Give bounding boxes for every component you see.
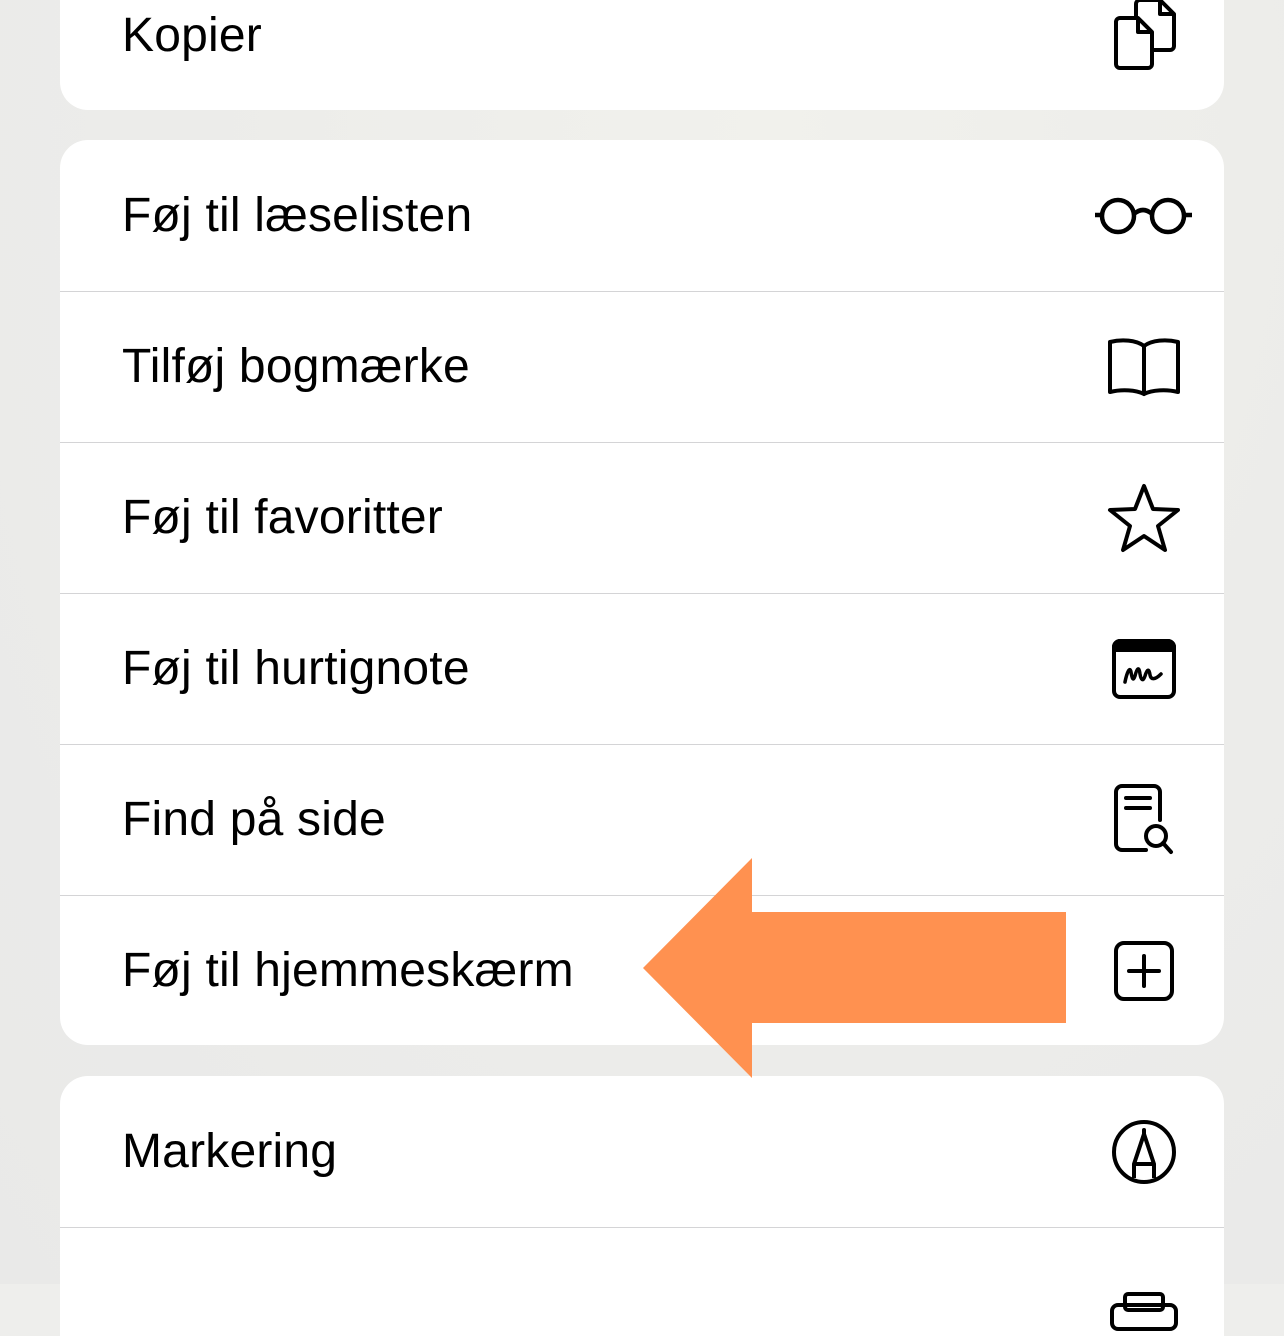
quick-note-icon xyxy=(1092,617,1196,721)
book-icon xyxy=(1092,315,1196,419)
menu-item-add-to-quick-note[interactable]: Føj til hurtignote xyxy=(60,593,1224,744)
star-icon xyxy=(1092,466,1196,570)
menu-group-bottom: Markering xyxy=(60,1076,1224,1336)
print-icon xyxy=(1092,1251,1196,1336)
menu-item-copy[interactable]: Kopier xyxy=(60,0,1224,110)
menu-item-print[interactable] xyxy=(60,1227,1224,1336)
menu-item-markup[interactable]: Markering xyxy=(60,1076,1224,1227)
menu-item-label: Markering xyxy=(122,1124,337,1179)
menu-group-top: Kopier xyxy=(60,0,1224,110)
add-square-icon xyxy=(1092,919,1196,1023)
glasses-icon xyxy=(1092,164,1196,268)
menu-item-add-bookmark[interactable]: Tilføj bogmærke xyxy=(60,291,1224,442)
menu-item-label: Føj til hurtignote xyxy=(122,641,470,696)
copy-icon xyxy=(1092,0,1196,87)
menu-item-label: Kopier xyxy=(122,8,262,63)
menu-item-add-to-home-screen[interactable]: Føj til hjemmeskærm xyxy=(60,895,1224,1045)
menu-item-find-on-page[interactable]: Find på side xyxy=(60,744,1224,895)
menu-item-label: Føj til hjemmeskærm xyxy=(122,943,574,998)
menu-item-label: Føj til læselisten xyxy=(122,188,472,243)
markup-pen-icon xyxy=(1092,1100,1196,1204)
menu-group-main: Føj til læselisten Tilføj bogmærke Føj t… xyxy=(60,140,1224,1045)
menu-item-label: Find på side xyxy=(122,792,386,847)
find-on-page-icon xyxy=(1092,768,1196,872)
menu-item-add-to-reading-list[interactable]: Føj til læselisten xyxy=(60,140,1224,291)
menu-item-label: Tilføj bogmærke xyxy=(122,339,470,394)
menu-item-add-to-favorites[interactable]: Føj til favoritter xyxy=(60,442,1224,593)
menu-item-label: Føj til favoritter xyxy=(122,490,443,545)
